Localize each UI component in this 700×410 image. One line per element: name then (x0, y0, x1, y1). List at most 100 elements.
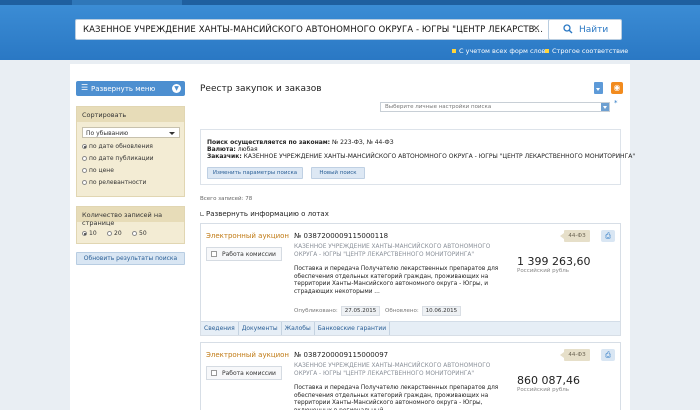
page-size-50[interactable]: 50 (132, 230, 147, 237)
option-all-forms-label: С учетом всех форм слов (459, 47, 546, 55)
radio-icon (132, 231, 137, 236)
page-size-panel: Количество записей на странице 10 20 50 (76, 206, 185, 244)
option-strict-label: Строгое соответствие (552, 47, 629, 55)
page-title: Реестр закупок и заказов (200, 84, 322, 94)
expand-menu-label: Развернуть меню (91, 85, 156, 93)
purchase-price: 1 399 263,60 (517, 255, 591, 268)
new-search-button[interactable]: Новый поиск (311, 167, 365, 179)
sort-option-price[interactable]: по цене (82, 167, 114, 174)
customer-name: КАЗЕННОЕ УЧРЕЖДЕНИЕ ХАНТЫ-МАНСИЙСКОГО АВ… (294, 363, 491, 377)
params-laws-label: Поиск осуществляется по законам: (207, 139, 331, 146)
chevron-down-icon: ▼ (172, 84, 181, 93)
expand-lots-toggle[interactable]: Развернуть информацию о лотах (200, 210, 329, 218)
purchase-dates: Опубликовано: 27.05.2015 Обновлено: 10.06.… (294, 306, 464, 316)
radio-icon (107, 231, 112, 236)
procurement-type-link[interactable]: Электронный аукцион (206, 232, 289, 240)
settings-star: * (614, 99, 618, 107)
sort-option-label: по дате публикации (89, 155, 154, 162)
sort-order-value: По убыванию (86, 130, 129, 137)
purchase-description: Поставка и передача Получателю лекарстве… (294, 266, 499, 295)
rss-icon[interactable]: ◉ (611, 82, 623, 94)
purchase-price: 860 087,46 (517, 374, 580, 387)
purchase-number-link[interactable]: № 0387200009115000097 (294, 351, 388, 359)
card-tabs: Сведения Документы Жалобы Банковские гарант… (201, 321, 620, 335)
download-icon[interactable] (594, 82, 603, 94)
radio-icon (82, 168, 87, 173)
total-count: Всего записей: 78 (200, 196, 253, 202)
commission-status: Работа комиссии (206, 247, 282, 261)
law-badge: 44-ФЗ (560, 230, 590, 242)
commission-status: Работа комиссии (206, 366, 282, 380)
checkbox-icon (211, 370, 217, 376)
tab-documents[interactable]: Документы (239, 322, 282, 335)
page-size-20[interactable]: 20 (107, 230, 122, 237)
params-customer: Заказчик: КАЗЕННОЕ УЧРЕЖДЕНИЕ ХАНТЫ-МАНС… (207, 153, 635, 160)
commission-label: Работа комиссии (222, 370, 276, 377)
radio-icon (82, 144, 87, 149)
sort-option-published[interactable]: по дате публикации (82, 155, 154, 162)
checkbox-icon (211, 251, 217, 257)
page-size-label: 50 (139, 230, 147, 237)
option-bullet-icon (452, 49, 456, 53)
price-currency: Российский рубль (517, 387, 570, 393)
page-size-10[interactable]: 10 (82, 230, 97, 237)
search-settings-placeholder: Выберите личные настройки поиска (385, 104, 492, 110)
search-input[interactable]: КАЗЕННОЕ УЧРЕЖДЕНИЕ ХАНТЫ-МАНСИЙСКОГО АВ… (75, 19, 550, 40)
refresh-results-button[interactable]: Обновить результаты поиска (76, 252, 185, 265)
params-laws-value: № 223-ФЗ, № 44-ФЗ (332, 139, 394, 146)
result-card: Электронный аукцион Работа комиссии № 03… (200, 223, 621, 336)
search-params-box: Поиск осуществляется по законам: № 223-Ф… (200, 129, 635, 185)
header-top-bar (0, 0, 700, 5)
search-button[interactable]: Найти (548, 19, 622, 40)
law-badge: 44-ФЗ (560, 349, 590, 361)
radio-icon (82, 180, 87, 185)
purchase-description: Поставка и передача Получателю лекарстве… (294, 385, 499, 410)
updated-label: Обновлено: (385, 308, 419, 314)
tab-complaints[interactable]: Жалобы (282, 322, 315, 335)
radio-icon (82, 156, 87, 161)
commission-label: Работа комиссии (222, 251, 276, 258)
search-button-label: Найти (579, 25, 609, 35)
menu-icon: ☰ (81, 83, 89, 92)
print-icon[interactable]: ⎙ (601, 349, 615, 361)
params-currency-value: любая (237, 146, 258, 153)
params-laws: Поиск осуществляется по законам: № 223-Ф… (207, 139, 394, 146)
page-size-label: 10 (89, 230, 97, 237)
radio-icon (82, 231, 87, 236)
option-all-forms[interactable]: С учетом всех форм слов (452, 47, 546, 55)
published-label: Опубликовано: (294, 308, 338, 314)
option-bullet-icon (545, 49, 549, 53)
tab-info[interactable]: Сведения (201, 322, 239, 335)
chevron-down-icon (169, 132, 175, 135)
sort-panel-title: Сортировать (77, 107, 184, 122)
params-currency: Валюта: любая (207, 146, 258, 153)
expand-icon (200, 212, 204, 216)
sort-option-label: по дате обновления (89, 143, 153, 150)
close-icon[interactable]: × (532, 23, 540, 34)
tab-bank-guarantees[interactable]: Банковские гарантии (315, 322, 391, 335)
sort-panel: Сортировать По убыванию по дате обновлен… (76, 106, 185, 197)
search-settings-select[interactable]: Выберите личные настройки поиска (380, 102, 610, 112)
price-currency: Российский рубль (517, 268, 570, 274)
customer-name: КАЗЕННОЕ УЧРЕЖДЕНИЕ ХАНТЫ-МАНСИЙСКОГО АВ… (294, 244, 491, 258)
procurement-type-link[interactable]: Электронный аукцион (206, 351, 289, 359)
expand-lots-label: Развернуть информацию о лотах (206, 210, 329, 218)
sort-option-relevance[interactable]: по релевантности (82, 179, 146, 186)
change-params-button[interactable]: Изменить параметры поиска (207, 167, 303, 179)
option-strict[interactable]: Строгое соответствие (545, 47, 628, 55)
page-size-label: 20 (114, 230, 122, 237)
params-customer-label: Заказчик: (207, 153, 242, 160)
sort-option-updated[interactable]: по дате обновления (82, 143, 153, 150)
header-tab[interactable] (72, 0, 182, 5)
params-customer-value: КАЗЕННОЕ УЧРЕЖДЕНИЕ ХАНТЫ-МАНСИЙСКОГО АВ… (243, 153, 636, 160)
updated-date: 10.06.2015 (421, 306, 462, 316)
chevron-down-icon (601, 103, 609, 111)
published-date: 27.05.2015 (340, 306, 381, 316)
sort-order-select[interactable]: По убыванию (82, 127, 180, 138)
params-currency-label: Валюта: (207, 146, 236, 153)
search-icon (563, 24, 573, 37)
expand-menu-button[interactable]: ☰ Развернуть меню ▼ (76, 81, 185, 96)
print-icon[interactable]: ⎙ (601, 230, 615, 242)
result-card: Электронный аукцион Работа комиссии № 03… (200, 342, 621, 410)
purchase-number-link[interactable]: № 0387200009115000118 (294, 232, 388, 240)
